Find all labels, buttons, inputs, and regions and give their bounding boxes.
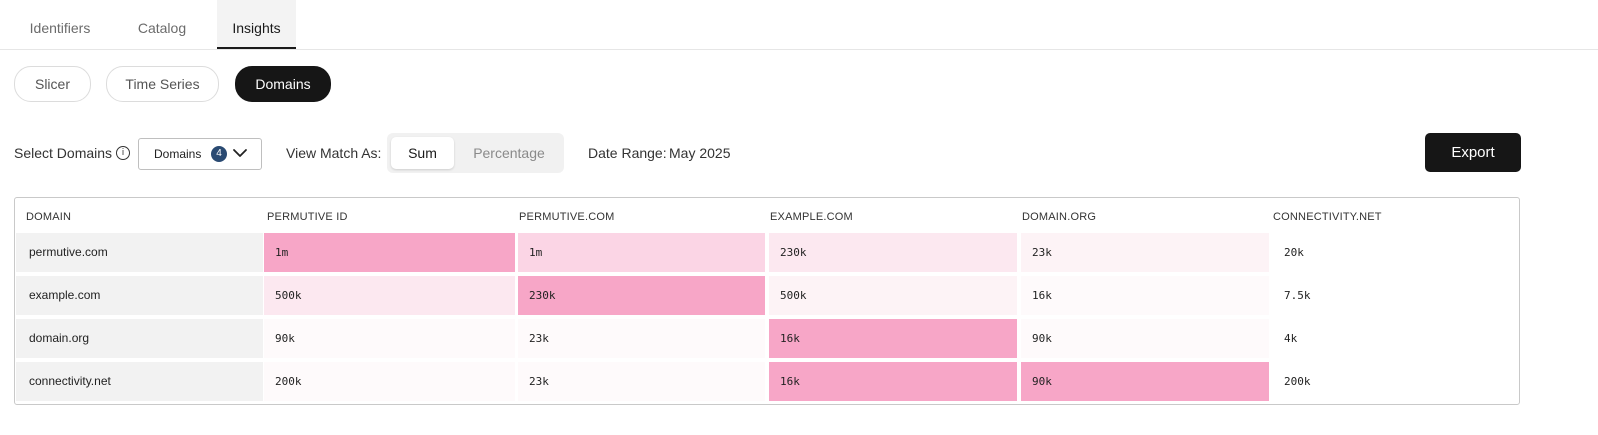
table-cell: 7.5k — [1284, 289, 1311, 302]
table-row-domain-cell: connectivity.net — [16, 362, 263, 401]
table-cell: 230k — [518, 276, 765, 315]
domains-count-badge: 4 — [211, 146, 227, 162]
domains-select-text: Domains — [154, 147, 202, 161]
table-cell: 23k — [518, 362, 765, 401]
table-cell: 90k — [1021, 319, 1269, 358]
view-match-toggle: Sum Percentage — [387, 133, 564, 173]
view-option-percentage[interactable]: Percentage — [460, 137, 558, 169]
table-cell: 16k — [769, 362, 1017, 401]
table-cell: 230k — [769, 233, 1017, 272]
tab-bar: Identifiers Catalog Insights — [0, 0, 1598, 50]
domains-select[interactable]: Domains 4 — [138, 138, 262, 170]
tab-identifiers[interactable]: Identifiers — [14, 0, 106, 49]
table-cell: 16k — [1021, 276, 1269, 315]
header-permutive-com: PERMUTIVE.COM — [519, 211, 615, 223]
table-cell: 200k — [1284, 375, 1311, 388]
table-cell: 1m — [518, 233, 765, 272]
table-cell: 23k — [1021, 233, 1269, 272]
table-cell: 4k — [1284, 332, 1298, 345]
table-cell: 90k — [1021, 362, 1269, 401]
header-domain: DOMAIN — [26, 211, 72, 223]
tab-insights[interactable]: Insights — [217, 0, 296, 49]
domains-table: DOMAIN PERMUTIVE ID PERMUTIVE.COM EXAMPL… — [14, 197, 1520, 405]
chevron-down-icon — [233, 149, 247, 157]
pill-domains[interactable]: Domains — [235, 66, 331, 102]
select-domains-label: Select Domains — [14, 145, 113, 161]
table-cell: 20k — [1284, 246, 1304, 259]
date-range-value: May 2025 — [669, 145, 731, 161]
info-icon[interactable]: i — [116, 146, 130, 160]
tab-catalog[interactable]: Catalog — [122, 0, 202, 49]
header-permutive-id: PERMUTIVE ID — [267, 211, 348, 223]
export-button[interactable]: Export — [1425, 133, 1521, 172]
table-cell: 200k — [264, 362, 515, 401]
view-option-sum[interactable]: Sum — [391, 137, 454, 169]
date-range-label: Date Range: — [588, 145, 667, 161]
table-row-domain-cell: example.com — [16, 276, 263, 315]
header-domain-org: DOMAIN.ORG — [1022, 211, 1097, 223]
view-match-label: View Match As: — [286, 145, 382, 161]
header-example-com: EXAMPLE.COM — [770, 211, 853, 223]
header-connectivity-net: CONNECTIVITY.NET — [1273, 211, 1382, 223]
table-cell: 16k — [769, 319, 1017, 358]
table-row-domain-cell: domain.org — [16, 319, 263, 358]
table-cell: 500k — [769, 276, 1017, 315]
table-cell: 23k — [518, 319, 765, 358]
pill-time-series[interactable]: Time Series — [106, 66, 219, 102]
table-cell: 500k — [264, 276, 515, 315]
table-cell: 1m — [264, 233, 515, 272]
pill-slicer[interactable]: Slicer — [14, 66, 91, 102]
table-cell: 90k — [264, 319, 515, 358]
table-row-domain-cell: permutive.com — [16, 233, 263, 272]
